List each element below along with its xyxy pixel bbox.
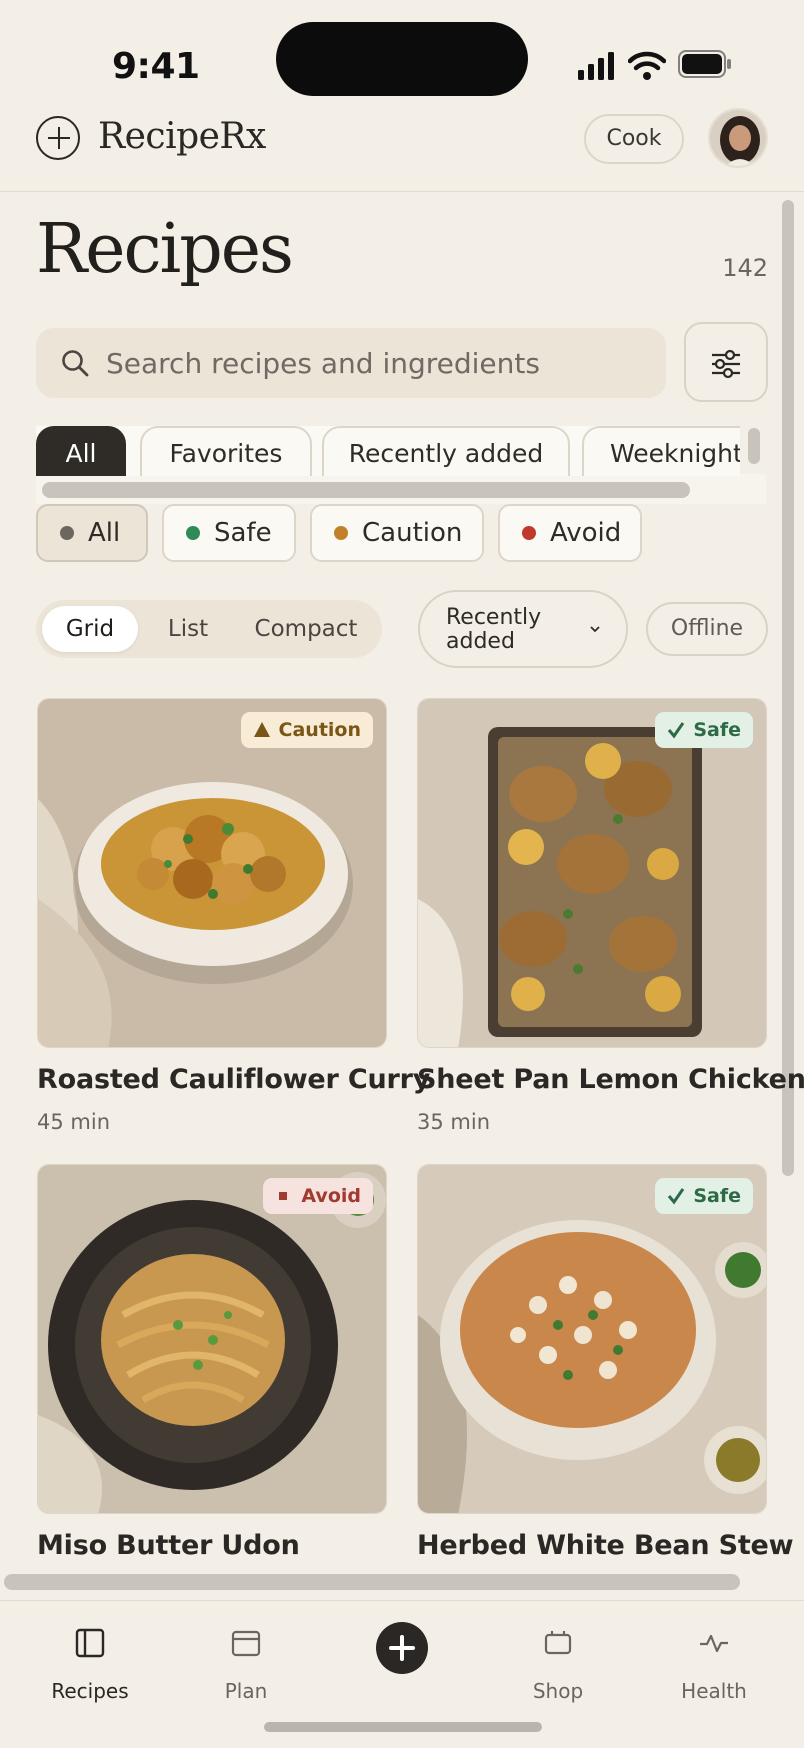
tab-label: Plan <box>224 1679 268 1703</box>
status-dot <box>334 526 348 540</box>
safety-badge-label: Safe <box>693 1185 741 1207</box>
dynamic-island <box>276 22 528 96</box>
checkmark-icon <box>668 722 685 739</box>
battery-icon <box>678 50 731 78</box>
safety-filter-caution[interactable]: Caution <box>310 504 484 562</box>
safety-filter-avoid[interactable]: Avoid <box>498 504 642 562</box>
recipe-cook-time: 35 min <box>417 1110 490 1134</box>
status-bar: 9:41 <box>0 0 804 100</box>
recipe-photo <box>417 698 767 1048</box>
safety-filter-safe[interactable]: Safe <box>162 504 296 562</box>
horizontal-scrollbar[interactable] <box>4 1574 740 1590</box>
recipe-count: 142 <box>722 254 768 282</box>
wifi-icon <box>628 51 666 80</box>
safety-badge-label: Caution <box>278 719 361 741</box>
search-input[interactable] <box>106 328 656 398</box>
status-dot <box>60 526 74 540</box>
vertical-scrollbar-thumb[interactable] <box>782 200 794 1176</box>
chip-weeknight[interactable]: Weeknight <box>582 426 740 476</box>
avatar[interactable] <box>708 108 768 168</box>
filter-settings-button[interactable] <box>684 322 768 402</box>
view-mode-segmented-control: Grid List Compact <box>36 600 382 658</box>
chevron-down-icon <box>590 626 600 633</box>
recipe-cook-time: 45 min <box>37 1110 110 1134</box>
checkmark-icon <box>668 1188 685 1205</box>
status-dot <box>186 526 200 540</box>
warning-triangle-icon <box>253 722 270 737</box>
chip-all[interactable]: All <box>36 426 126 476</box>
logo-plus-icon <box>36 116 80 160</box>
home-indicator <box>264 1722 542 1732</box>
tab-label: Shop <box>532 1679 584 1703</box>
sliders-icon <box>712 349 740 379</box>
safety-badge-safe: Safe <box>655 712 753 748</box>
safety-filter-label: Safe <box>214 518 272 548</box>
safety-badge-avoid: Avoid <box>263 1178 373 1214</box>
view-mode-list[interactable]: List <box>148 606 228 652</box>
recipe-photo <box>417 1164 767 1514</box>
safety-badge-label: Avoid <box>301 1185 361 1207</box>
recipe-title: Herbed White Bean Stew <box>417 1530 794 1561</box>
collection-chips[interactable]: All Favorites Recently added Weeknight <box>36 426 740 476</box>
tab-recipes[interactable]: Recipes <box>30 1623 150 1703</box>
status-dot <box>522 526 536 540</box>
safety-filter-all[interactable]: All <box>36 504 148 562</box>
safety-filter-label: All <box>88 518 121 548</box>
safety-filter-label: Avoid <box>550 518 622 548</box>
safety-badge-label: Safe <box>693 719 741 741</box>
search-icon <box>62 350 89 377</box>
add-recipe-button[interactable] <box>376 1622 428 1674</box>
chips-vertical-scrollbar[interactable] <box>748 428 760 464</box>
search-bar[interactable] <box>36 328 666 398</box>
tab-plan[interactable]: Plan <box>186 1623 306 1703</box>
health-icon <box>700 1634 728 1653</box>
shop-icon <box>544 1631 572 1655</box>
recipe-title: Sheet Pan Lemon Chicken <box>417 1064 804 1095</box>
plan-icon <box>231 1630 261 1657</box>
chip-favorites[interactable]: Favorites <box>140 426 312 476</box>
view-mode-grid[interactable]: Grid <box>42 606 138 652</box>
sort-label: Recently added <box>446 605 542 654</box>
offline-toggle[interactable]: Offline <box>646 602 768 656</box>
recipe-title: Miso Butter Udon <box>37 1530 300 1561</box>
cellular-signal-icon <box>578 52 614 80</box>
recipe-photo <box>37 1164 387 1514</box>
safety-badge-caution: Caution <box>240 712 373 748</box>
cook-button[interactable]: Cook <box>584 114 684 164</box>
chip-recently-added[interactable]: Recently added <box>322 426 570 476</box>
brand-name: RecipeRx <box>98 116 266 157</box>
chips-horizontal-scrollbar[interactable] <box>42 482 690 498</box>
tab-health[interactable]: Health <box>654 1623 774 1703</box>
recipe-title: Roasted Cauliflower Curry <box>37 1064 431 1095</box>
tab-label: Health <box>681 1679 747 1703</box>
tab-shop[interactable]: Shop <box>498 1623 618 1703</box>
stop-square-icon <box>279 1192 288 1200</box>
sort-dropdown[interactable]: Recently added <box>418 590 628 668</box>
safety-badge-safe: Safe <box>655 1178 753 1214</box>
recipe-photo <box>37 698 387 1048</box>
tab-label: Recipes <box>51 1679 129 1703</box>
safety-filter-label: Caution <box>362 518 463 548</box>
vertical-scrollbar[interactable] <box>778 196 798 1574</box>
page-title: Recipes <box>36 210 294 289</box>
status-time: 9:41 <box>112 46 200 87</box>
view-mode-compact[interactable]: Compact <box>236 606 376 652</box>
recipes-icon <box>75 1628 105 1658</box>
